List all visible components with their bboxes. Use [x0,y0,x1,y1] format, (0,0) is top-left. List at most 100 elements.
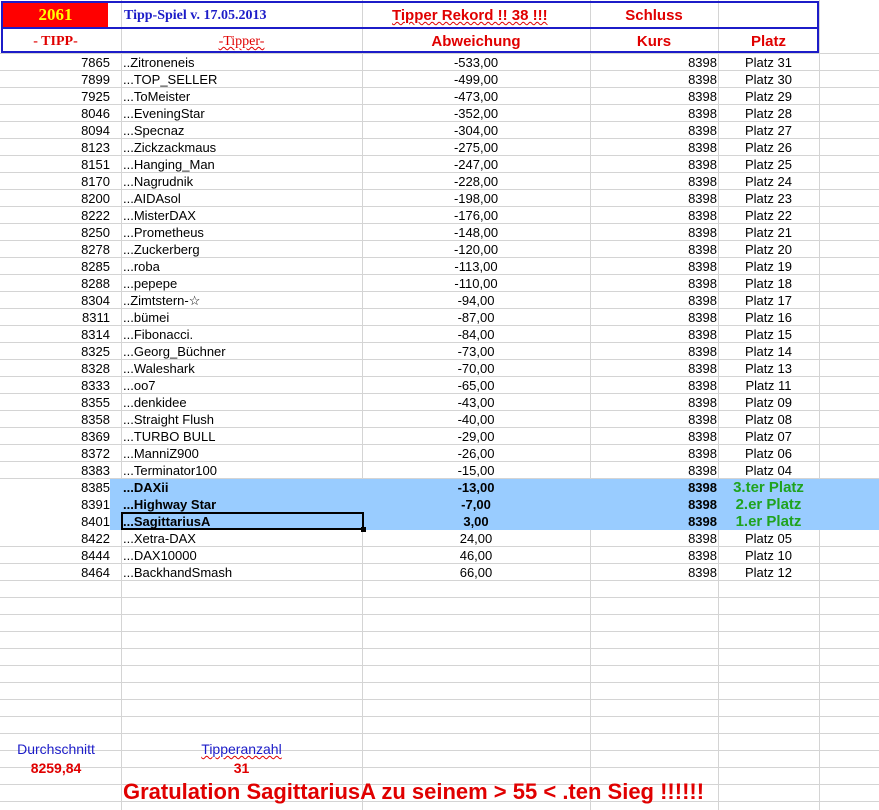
table-row[interactable]: 8383 ...Terminator100 -15,00 8398 Platz 04 [0,462,879,479]
kurs-cell[interactable]: 8398 [590,224,717,241]
col-header-platz[interactable]: Platz [718,30,819,54]
abweichung-cell[interactable]: -87,00 [362,309,590,326]
platz-cell[interactable]: Platz 27 [718,122,819,139]
table-row[interactable]: 8355 ...denkidee -43,00 8398 Platz 09 [0,394,879,411]
schluss-label[interactable]: Schluss [590,4,718,28]
selected-cell[interactable] [121,512,364,530]
kurs-cell[interactable]: 8398 [590,88,717,105]
tipp-cell[interactable]: 8250 [0,224,110,241]
kurs-cell[interactable]: 8398 [590,156,717,173]
platz-cell[interactable]: Platz 16 [718,309,819,326]
kurs-cell[interactable]: 8398 [590,462,717,479]
tipp-cell[interactable]: 8385 [0,479,110,496]
table-row[interactable]: 8123 ...Zickzackmaus -275,00 8398 Platz 26 [0,139,879,156]
platz-cell[interactable]: Platz 24 [718,173,819,190]
fill-handle[interactable] [361,527,366,532]
kurs-cell[interactable]: 8398 [590,360,717,377]
platz-cell[interactable]: Platz 06 [718,445,819,462]
abweichung-cell[interactable]: -533,00 [362,54,590,71]
tipper-cell[interactable]: ...Georg_Büchner [123,343,361,360]
tipp-cell[interactable]: 7899 [0,71,110,88]
tipper-cell[interactable]: ...Zickzackmaus [123,139,361,156]
tipper-cell[interactable]: ...DAX10000 [123,547,361,564]
tipp-cell[interactable]: 8369 [0,428,110,445]
platz-cell[interactable]: Platz 08 [718,411,819,428]
table-row[interactable]: 8325 ...Georg_Büchner -73,00 8398 Platz 14 [0,343,879,360]
tipper-cell[interactable]: ..Zitroneneis [123,54,361,71]
tipp-cell[interactable]: 8151 [0,156,110,173]
table-row[interactable]: 8422 ...Xetra-DAX 24,00 8398 Platz 05 [0,530,879,547]
platz-cell[interactable]: 3.ter Platz [718,479,819,496]
abweichung-cell[interactable]: -176,00 [362,207,590,224]
kurs-cell[interactable]: 8398 [590,394,717,411]
table-row[interactable]: 8391 ...Highway Star -7,00 8398 2.er Platz [0,496,879,513]
abweichung-cell[interactable]: 46,00 [362,547,590,564]
kurs-cell[interactable]: 8398 [590,377,717,394]
tipper-cell[interactable]: ...Prometheus [123,224,361,241]
abweichung-cell[interactable]: -84,00 [362,326,590,343]
kurs-cell[interactable]: 8398 [590,411,717,428]
table-row[interactable]: 7925 ...ToMeister -473,00 8398 Platz 29 [0,88,879,105]
kurs-cell[interactable]: 8398 [590,275,717,292]
platz-cell[interactable]: Platz 18 [718,275,819,292]
tipper-cell[interactable]: ...Zuckerberg [123,241,361,258]
tipp-cell[interactable]: 8314 [0,326,110,343]
kurs-cell[interactable]: 8398 [590,71,717,88]
tipp-cell[interactable]: 8355 [0,394,110,411]
tipp-cell[interactable]: 8328 [0,360,110,377]
tipp-cell[interactable]: 8288 [0,275,110,292]
kurs-cell[interactable]: 8398 [590,173,717,190]
table-row[interactable]: 8285 ...roba -113,00 8398 Platz 19 [0,258,879,275]
abweichung-cell[interactable]: -110,00 [362,275,590,292]
platz-cell[interactable]: Platz 30 [718,71,819,88]
platz-cell[interactable]: Platz 21 [718,224,819,241]
tipp-cell[interactable]: 8094 [0,122,110,139]
abweichung-cell[interactable]: -275,00 [362,139,590,156]
game-title[interactable]: Tipp-Spiel v. 17.05.2013 [124,4,267,28]
abweichung-cell[interactable]: -43,00 [362,394,590,411]
platz-cell[interactable]: Platz 11 [718,377,819,394]
table-row[interactable]: 7899 ...TOP_SELLER -499,00 8398 Platz 30 [0,71,879,88]
abweichung-cell[interactable]: -304,00 [362,122,590,139]
abweichung-cell[interactable]: -15,00 [362,462,590,479]
kurs-cell[interactable]: 8398 [590,513,717,530]
platz-cell[interactable]: Platz 23 [718,190,819,207]
platz-cell[interactable]: Platz 25 [718,156,819,173]
tipper-cell[interactable]: ...Fibonacci. [123,326,361,343]
kurs-cell[interactable]: 8398 [590,190,717,207]
platz-cell[interactable]: Platz 26 [718,139,819,156]
abweichung-cell[interactable]: -228,00 [362,173,590,190]
abweichung-cell[interactable]: -113,00 [362,258,590,275]
table-row[interactable]: 7865 ..Zitroneneis -533,00 8398 Platz 31 [0,54,879,71]
kurs-cell[interactable]: 8398 [590,139,717,156]
tipper-cell[interactable]: ...TURBO BULL [123,428,361,445]
table-row[interactable]: 8333 ...oo7 -65,00 8398 Platz 11 [0,377,879,394]
abweichung-cell[interactable]: -26,00 [362,445,590,462]
table-row[interactable]: 8288 ...pepepe -110,00 8398 Platz 18 [0,275,879,292]
kurs-cell[interactable]: 8398 [590,445,717,462]
abweichung-cell[interactable]: -13,00 [362,479,590,496]
tipper-cell[interactable]: ...ToMeister [123,88,361,105]
platz-cell[interactable]: Platz 15 [718,326,819,343]
abweichung-cell[interactable]: -352,00 [362,105,590,122]
kurs-cell[interactable]: 8398 [590,496,717,513]
tipper-cell[interactable]: ...TOP_SELLER [123,71,361,88]
kurs-cell[interactable]: 8398 [590,479,717,496]
table-row[interactable]: 8304 ..Zimtstern-☆ -94,00 8398 Platz 17 [0,292,879,309]
record-label[interactable]: Tipper Rekord !! 38 !!! [392,4,548,28]
table-row[interactable]: 8464 ...BackhandSmash 66,00 8398 Platz 12 [0,564,879,581]
abweichung-cell[interactable]: -29,00 [362,428,590,445]
tipp-cell[interactable]: 8358 [0,411,110,428]
tipp-cell[interactable]: 8464 [0,564,110,581]
tipper-cell[interactable]: ...Specnaz [123,122,361,139]
kurs-cell[interactable]: 8398 [590,122,717,139]
col-header-tipper[interactable]: -Tipper- [121,30,362,54]
platz-cell[interactable]: Platz 07 [718,428,819,445]
platz-cell[interactable]: 1.er Platz [718,513,819,530]
tipp-cell[interactable]: 8170 [0,173,110,190]
kurs-cell[interactable]: 8398 [590,530,717,547]
kurs-cell[interactable]: 8398 [590,258,717,275]
platz-cell[interactable]: Platz 13 [718,360,819,377]
kurs-cell[interactable]: 8398 [590,292,717,309]
tipper-cell[interactable]: ...ManniZ900 [123,445,361,462]
